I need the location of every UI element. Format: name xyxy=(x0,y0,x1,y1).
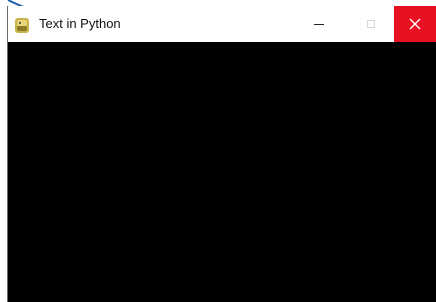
window-title: Text in Python xyxy=(39,16,121,31)
close-icon xyxy=(409,18,421,30)
close-button[interactable] xyxy=(394,6,436,42)
minimize-icon xyxy=(314,23,324,25)
maximize-button[interactable] xyxy=(351,6,391,42)
app-window: Text in Python xyxy=(7,6,436,302)
python-icon xyxy=(15,18,29,33)
minimize-button[interactable] xyxy=(299,6,339,42)
maximize-icon xyxy=(367,20,375,28)
canvas-area[interactable] xyxy=(8,42,436,302)
title-bar[interactable]: Text in Python xyxy=(8,6,436,42)
